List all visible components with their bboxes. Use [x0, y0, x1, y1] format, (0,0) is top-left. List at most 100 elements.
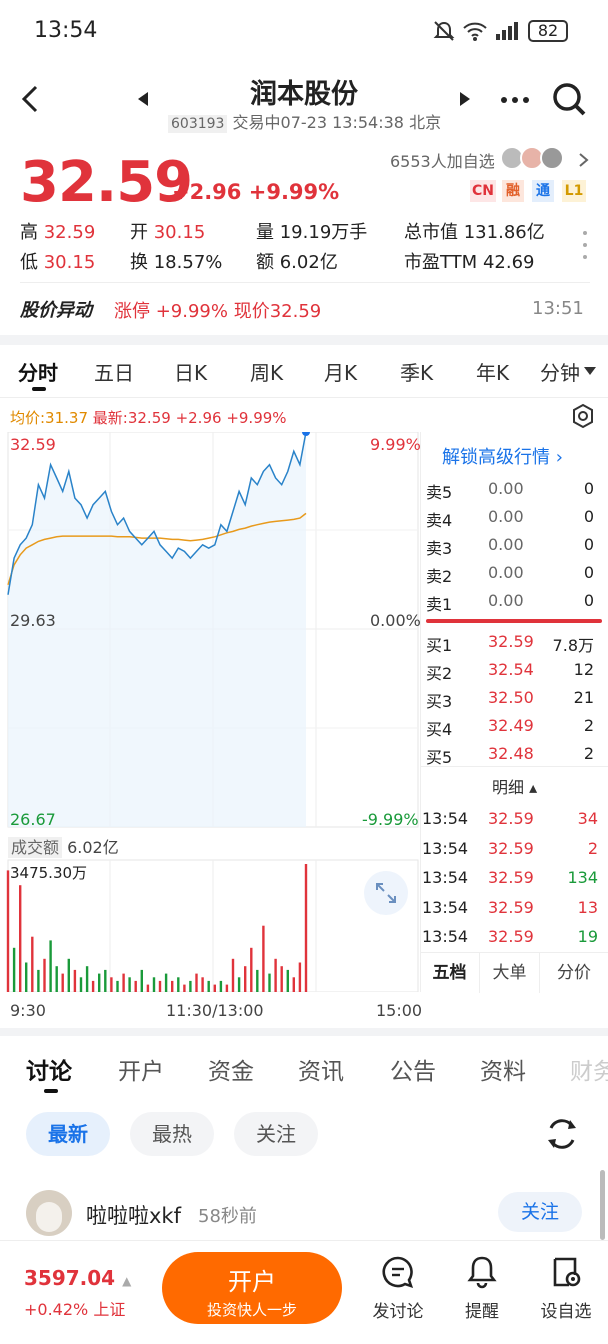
volume-bar: [37, 969, 40, 992]
tab-yearly[interactable]: 年K: [476, 357, 509, 386]
orderbook-tabs: 五档 大单 分价: [420, 952, 608, 993]
settings-icon[interactable]: [570, 403, 596, 429]
volume-bar: [31, 936, 34, 992]
volume-bar: [91, 980, 95, 992]
tab-weekly[interactable]: 周K: [250, 357, 283, 386]
tab-profile[interactable]: 资料: [480, 1052, 526, 1086]
tab-large-orders[interactable]: 大单: [480, 953, 540, 993]
chart-tabs: 分时 五日 日K 周K 月K 季K 年K 分钟: [0, 345, 608, 397]
bid-row: 买3 32.50 21: [420, 685, 608, 713]
y-label-bottom: 26.67: [10, 810, 56, 829]
detail-header[interactable]: 明细 ▴: [492, 774, 537, 798]
tab-news[interactable]: 资讯: [298, 1052, 344, 1086]
tab-minute[interactable]: 分钟: [540, 357, 580, 386]
tab-five-levels[interactable]: 五档: [420, 953, 480, 993]
volume-bar: [244, 966, 247, 992]
tab-intraday[interactable]: 分时: [18, 357, 58, 386]
ask-row: 卖1 0.00 0: [420, 588, 608, 616]
badge-cn: CN: [470, 180, 496, 202]
caret-down-icon: [584, 367, 596, 375]
ask-row: 卖5 0.00 0: [420, 476, 608, 504]
tab-funds[interactable]: 资金: [208, 1052, 254, 1086]
tick-price: 32.59: [488, 927, 534, 946]
volume-bar: [116, 980, 119, 992]
current-price: 32.59: [20, 150, 193, 215]
tick-row: 13:54 32.59 34: [420, 806, 608, 834]
tab-quarterly[interactable]: 季K: [400, 357, 433, 386]
chevron-right-icon[interactable]: [578, 152, 590, 168]
tick-price: 32.59: [488, 868, 534, 887]
order-label: 买3: [426, 692, 453, 711]
order-label: 买4: [426, 720, 453, 739]
post-time: 58秒前: [198, 1206, 257, 1227]
order-price: 0.00: [488, 563, 524, 582]
order-label: 卖2: [426, 567, 453, 586]
filter-following[interactable]: 关注: [234, 1112, 318, 1156]
filter-latest[interactable]: 最新: [26, 1112, 110, 1156]
bid-row: 买2 32.54 12: [420, 657, 608, 685]
volume-bar: [85, 966, 89, 992]
volume-bar: [274, 958, 277, 992]
stat-pe: 市盈TTM 42.69: [404, 252, 535, 273]
search-icon[interactable]: [552, 82, 586, 118]
order-volume: 2: [583, 716, 594, 735]
tab-daily[interactable]: 日K: [174, 357, 207, 386]
tick-volume: 13: [577, 897, 598, 917]
stock-code: 603193: [168, 115, 228, 133]
order-volume: 0: [583, 563, 594, 582]
volume-bar: [250, 947, 253, 992]
order-label: 卖1: [426, 595, 453, 614]
open-account-button[interactable]: 开户 投资快人一步: [162, 1252, 342, 1324]
order-price: 0.00: [488, 479, 524, 498]
add-watchlist-button[interactable]: 设自选: [536, 1255, 596, 1322]
tab-price-dist[interactable]: 分价: [540, 953, 608, 993]
more-icon[interactable]: [500, 96, 530, 104]
tab-5day[interactable]: 五日: [94, 357, 134, 386]
tab-financials[interactable]: 财务: [570, 1052, 608, 1086]
content-tabs: 讨论 开户 资金 资讯 公告 资料 财务: [0, 1040, 608, 1100]
order-price: 0.00: [488, 535, 524, 554]
order-volume: 2: [583, 744, 594, 763]
chart-info: 均价:31.37 最新:32.59 +2.96 +9.99%: [10, 409, 287, 427]
bell-icon: [467, 1256, 497, 1289]
order-label: 买1: [426, 636, 453, 655]
ask-row: 卖2 0.00 0: [420, 560, 608, 588]
volume-bar: [231, 958, 235, 992]
volume-bar: [256, 969, 259, 992]
cta-subtitle: 投资快人一步: [206, 1301, 297, 1319]
unlock-advanced-link[interactable]: 解锁高级行情 ›: [442, 443, 563, 469]
next-stock-icon[interactable]: [458, 92, 470, 106]
tick-volume: 34: [577, 809, 598, 828]
tab-discussion[interactable]: 讨论: [26, 1052, 72, 1086]
post-discussion-button[interactable]: 发讨论: [368, 1255, 428, 1322]
price-change: +2.96 +9.99%: [172, 180, 340, 204]
alert-text[interactable]: 涨停 +9.99% 现价32.59: [114, 297, 321, 323]
scrollbar[interactable]: [600, 1170, 605, 1240]
volume-bar: [292, 977, 295, 992]
refresh-icon[interactable]: [544, 1116, 580, 1152]
followers-count[interactable]: 6553人加自选: [390, 148, 495, 172]
volume-bar: [237, 977, 241, 992]
y-label-bottom-pct: -9.99%: [362, 810, 419, 829]
tab-open-account[interactable]: 开户: [118, 1052, 164, 1086]
stats-more-icon[interactable]: [582, 230, 588, 260]
post-username[interactable]: 啦啦啦xkf: [86, 1200, 181, 1230]
tab-monthly[interactable]: 月K: [324, 357, 357, 386]
y-label-mid: 29.63: [10, 611, 56, 630]
alert-button[interactable]: 提醒: [452, 1255, 512, 1322]
back-icon[interactable]: [18, 84, 42, 114]
post-avatar[interactable]: [26, 1190, 72, 1236]
follow-button[interactable]: 关注: [498, 1192, 582, 1232]
chart-canvas[interactable]: [0, 432, 420, 992]
tick-price: 32.59: [488, 838, 534, 858]
expand-button[interactable]: [364, 871, 408, 915]
expand-icon: [376, 883, 396, 903]
index-change: +0.42% 上证: [24, 1300, 126, 1319]
volume-bar: [207, 980, 210, 992]
index-value[interactable]: 3597.04 ▲: [24, 1266, 131, 1290]
filter-hot[interactable]: 最热: [130, 1112, 214, 1156]
tick-volume: 19: [577, 927, 598, 946]
tab-announcements[interactable]: 公告: [390, 1052, 436, 1086]
prev-stock-icon[interactable]: [138, 92, 150, 106]
volume-bar: [128, 977, 131, 992]
